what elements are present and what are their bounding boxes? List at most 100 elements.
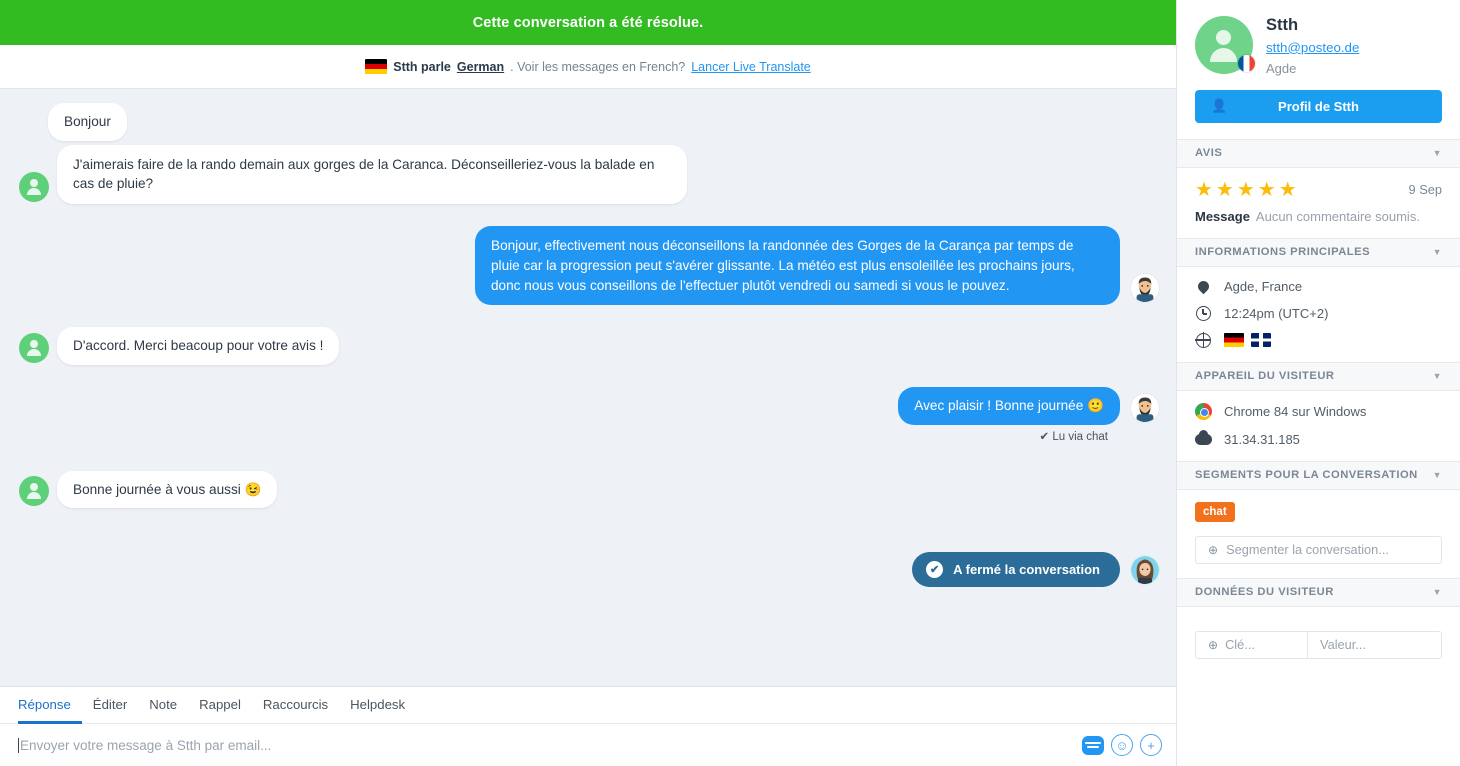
visitor-avatar <box>19 476 49 507</box>
start-live-translate-link[interactable]: Lancer Live Translate <box>691 60 811 74</box>
visitor-city: Agde <box>1266 60 1297 76</box>
message-bubble-outgoing: Avec plaisir ! Bonne journée 🙂 <box>898 386 1120 425</box>
section-body-avis: ★★★★★ 9 Sep Message Aucun commentaire sou… <box>1177 168 1460 238</box>
visitor-profile-header: Stth stth@posteo.de Agde <box>1177 0 1460 76</box>
section-title-avis: AVIS <box>1195 147 1223 160</box>
live-translate-bar: Stth parle German . Voir les messages en… <box>0 45 1176 89</box>
message-input[interactable]: Envoyer votre message à Stth par email..… <box>18 737 1082 753</box>
visitor-avatar <box>19 332 49 363</box>
check-circle-icon: ✔ <box>926 561 944 579</box>
visitor-name: Stth <box>1266 16 1299 34</box>
tab-reponse[interactable]: Réponse <box>18 687 82 724</box>
device-browser: Chrome 84 sur Windows <box>1195 402 1442 420</box>
translate-speaker-text: Stth parle <box>393 59 451 74</box>
tab-raccourcis[interactable]: Raccourcis <box>252 687 339 724</box>
conversation-panel: Cette conversation a été résolue. Stth p… <box>0 0 1176 766</box>
info-location: Agde, France <box>1195 278 1442 295</box>
section-header-visitor-data[interactable]: DONNÉES DU VISITEUR ▼ <box>1177 577 1460 607</box>
device-ip-value: 31.34.31.185 <box>1224 431 1300 447</box>
chevron-down-icon[interactable]: ▼ <box>1433 247 1442 257</box>
message-row: Bonne journée à vous aussi 😉 <box>10 470 1160 509</box>
map-pin-icon <box>1195 278 1212 295</box>
message-row: J'aimerais faire de la rando demain aux … <box>10 144 1160 205</box>
section-title-segments: SEGMENTS POUR LA CONVERSATION <box>1195 469 1418 482</box>
message-bubble-incoming: D'accord. Merci beacoup pour votre avis … <box>57 327 340 365</box>
tab-rappel[interactable]: Rappel <box>188 687 252 724</box>
section-header-infos[interactable]: INFORMATIONS PRINCIPALES ▼ <box>1177 237 1460 267</box>
section-body-infos: Agde, France 12:24pm (UTC+2) <box>1177 267 1460 362</box>
message-row: Avec plaisir ! Bonne journée 🙂 <box>10 386 1160 425</box>
segment-tag-chat[interactable]: chat <box>1195 501 1235 522</box>
section-body-device: Chrome 84 sur Windows 31.34.31.185 <box>1177 391 1460 461</box>
chevron-down-icon[interactable]: ▼ <box>1433 470 1442 480</box>
visitor-data-key-input[interactable]: ⊕ Clé... <box>1196 631 1308 658</box>
agent-avatar <box>1130 392 1160 423</box>
message-row: D'accord. Merci beacoup pour votre avis … <box>10 327 1160 365</box>
section-title-visitor-data: DONNÉES DU VISITEUR <box>1195 586 1334 599</box>
visitor-profile-button-label: Profil de Stth <box>1278 98 1359 114</box>
info-time: 12:24pm (UTC+2) <box>1195 305 1442 321</box>
globe-icon <box>1195 332 1212 348</box>
chevron-down-icon[interactable]: ▼ <box>1433 371 1442 381</box>
composer-tabs: Réponse Éditer Note Rappel Raccourcis He… <box>0 687 1176 724</box>
cloud-icon <box>1195 429 1212 445</box>
tab-helpdesk[interactable]: Helpdesk <box>339 687 416 724</box>
visitor-email-link[interactable]: stth@posteo.de <box>1266 40 1359 55</box>
section-body-segments: chat ⊕ Segmenter la conversation... <box>1177 490 1460 578</box>
visitor-data-key-placeholder: Clé... <box>1225 637 1255 653</box>
info-time-value: 12:24pm (UTC+2) <box>1224 305 1329 321</box>
crisp-conversation-app: Cette conversation a été résolue. Stth p… <box>0 0 1460 766</box>
composer-icon-group: ☺ + <box>1082 734 1162 756</box>
plus-circle-icon: ⊕ <box>1208 542 1219 557</box>
uk-flag-icon <box>1251 333 1271 348</box>
composer: Réponse Éditer Note Rappel Raccourcis He… <box>0 686 1176 766</box>
closed-conversation-pill: ✔ A fermé la conversation <box>912 552 1120 588</box>
section-header-device[interactable]: APPAREIL DU VISITEUR ▼ <box>1177 361 1460 391</box>
rating-message-label: Message <box>1195 208 1250 224</box>
info-languages <box>1195 332 1442 348</box>
composer-input-row: Envoyer votre message à Stth par email..… <box>0 724 1176 766</box>
segment-input[interactable]: ⊕ Segmenter la conversation... <box>1195 535 1442 564</box>
visitor-data-value-placeholder: Valeur... <box>1320 637 1367 653</box>
visitor-data-value-input[interactable]: Valeur... <box>1308 632 1441 658</box>
section-header-segments[interactable]: SEGMENTS POUR LA CONVERSATION ▼ <box>1177 460 1460 490</box>
info-location-value: Agde, France <box>1224 278 1303 294</box>
tab-note[interactable]: Note <box>138 687 188 724</box>
section-title-infos: INFORMATIONS PRINCIPALES <box>1195 246 1371 259</box>
canned-response-icon[interactable] <box>1082 735 1104 755</box>
user-icon: 👤 <box>1211 98 1228 114</box>
resolved-banner-text: Cette conversation a été résolue. <box>472 14 704 31</box>
closed-conversation-label: A fermé la conversation <box>953 562 1100 578</box>
translate-language: German <box>456 59 505 74</box>
tab-editer[interactable]: Éditer <box>82 687 138 724</box>
message-bubble-incoming: Bonjour <box>48 103 127 141</box>
conversation-closed-row: ✔ A fermé la conversation <box>10 552 1160 588</box>
attachment-plus-icon[interactable]: + <box>1140 734 1162 756</box>
resolved-banner: Cette conversation a été résolue. <box>0 0 1176 45</box>
language-flags <box>1224 333 1271 348</box>
translate-question: . Voir les messages en French? <box>510 59 686 74</box>
device-ip: 31.34.31.185 <box>1195 429 1442 447</box>
rating-message-row: Message Aucun commentaire soumis. <box>1195 209 1442 224</box>
german-flag-icon <box>365 59 388 74</box>
read-receipt: ✔ Lu via chat <box>1039 430 1108 443</box>
visitor-profile-button[interactable]: 👤 Profil de Stth <box>1195 89 1442 123</box>
device-browser-value: Chrome 84 sur Windows <box>1224 403 1367 419</box>
france-flag-icon <box>1238 55 1255 72</box>
message-bubble-incoming: J'aimerais faire de la rando demain aux … <box>57 144 687 205</box>
chrome-icon <box>1195 402 1212 420</box>
message-row: Bonjour, effectivement nous déconseillon… <box>10 226 1160 306</box>
chevron-down-icon[interactable]: ▼ <box>1433 587 1442 597</box>
section-header-avis[interactable]: AVIS ▼ <box>1177 138 1460 168</box>
agent-avatar <box>1130 273 1160 304</box>
chevron-down-icon[interactable]: ▼ <box>1433 148 1442 158</box>
visitor-avatar-large <box>1195 16 1256 74</box>
section-title-device: APPAREIL DU VISITEUR <box>1195 370 1335 383</box>
segment-input-placeholder: Segmenter la conversation... <box>1226 542 1389 558</box>
emoji-icon[interactable]: ☺ <box>1111 734 1133 756</box>
visitor-identity: Stth stth@posteo.de Agde <box>1266 16 1359 76</box>
visitor-sidebar: Stth stth@posteo.de Agde 👤 Profil de Stt… <box>1176 0 1460 766</box>
